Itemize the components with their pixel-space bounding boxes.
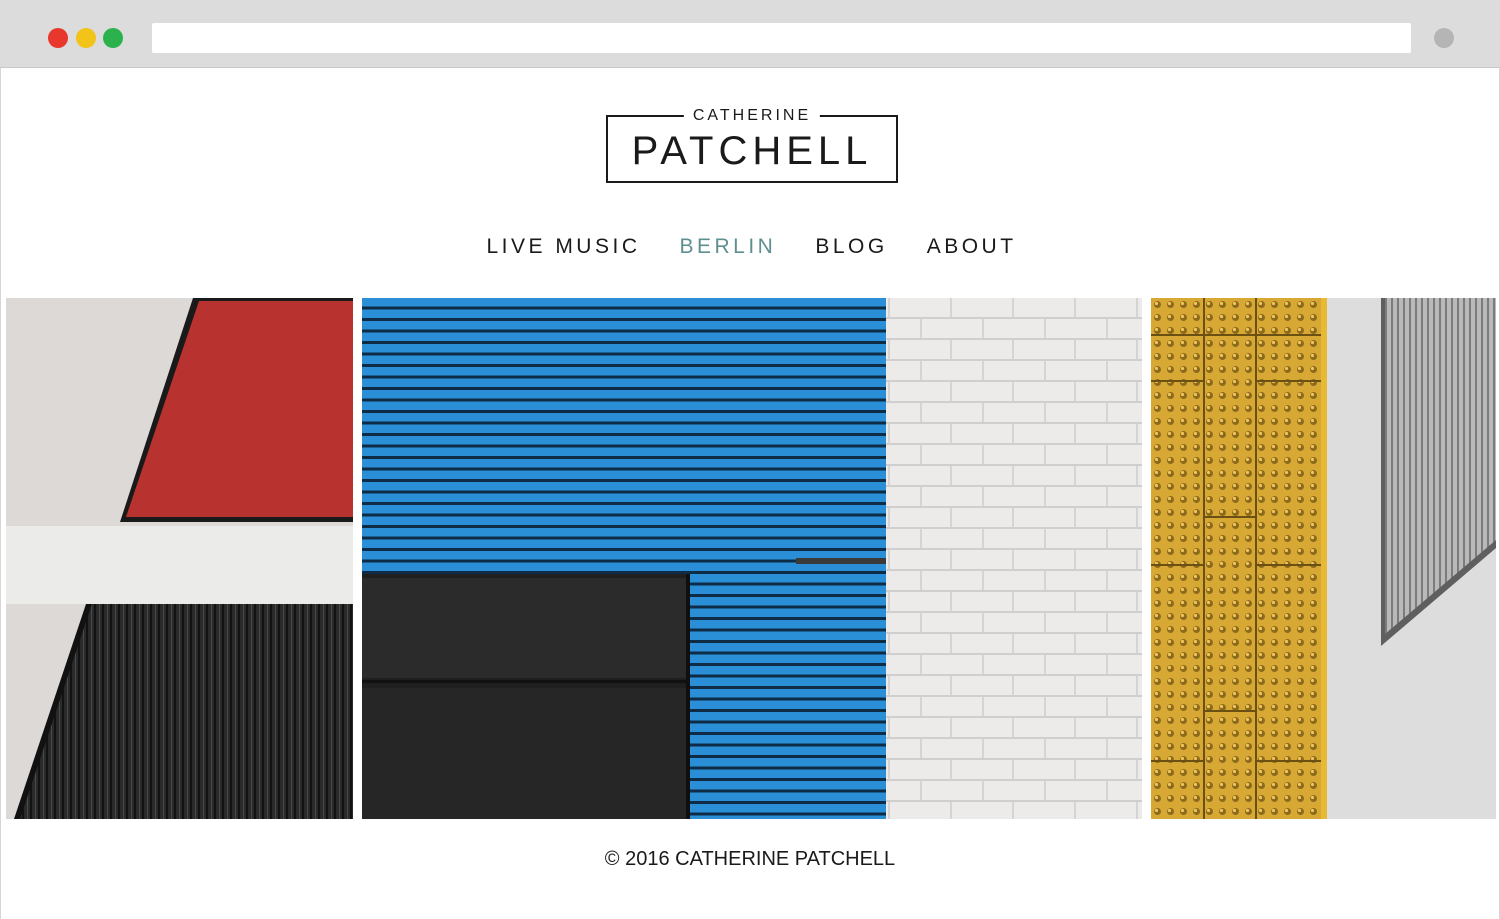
gallery-photo-yellow-tiles[interactable] <box>1151 298 1496 819</box>
minimize-window-button[interactable] <box>76 28 96 48</box>
browser-menu-button[interactable] <box>1434 28 1454 48</box>
nav-item-live-music[interactable]: LIVE MUSIC <box>483 234 640 260</box>
logo-first-name: CATHERINE <box>683 106 821 126</box>
main-nav: LIVE MUSIC BERLIN BLOG ABOUT <box>0 234 1500 260</box>
browser-toolbar <box>0 0 1500 68</box>
maximize-window-button[interactable] <box>103 28 123 48</box>
nav-item-berlin[interactable]: BERLIN <box>676 234 776 260</box>
nav-item-about[interactable]: ABOUT <box>924 234 1017 260</box>
logo-last-name: PATCHELL <box>631 129 873 173</box>
gallery-photo-blue-slats[interactable] <box>362 298 1142 819</box>
footer-copyright: © 2016 CATHERINE PATCHELL <box>604 848 896 870</box>
gallery-photo-red-panel[interactable] <box>6 298 353 819</box>
close-window-button[interactable] <box>48 28 68 48</box>
address-bar[interactable] <box>152 23 1411 53</box>
nav-item-blog[interactable]: BLOG <box>812 234 887 260</box>
site-logo[interactable]: CATHERINE PATCHELL <box>606 106 898 183</box>
